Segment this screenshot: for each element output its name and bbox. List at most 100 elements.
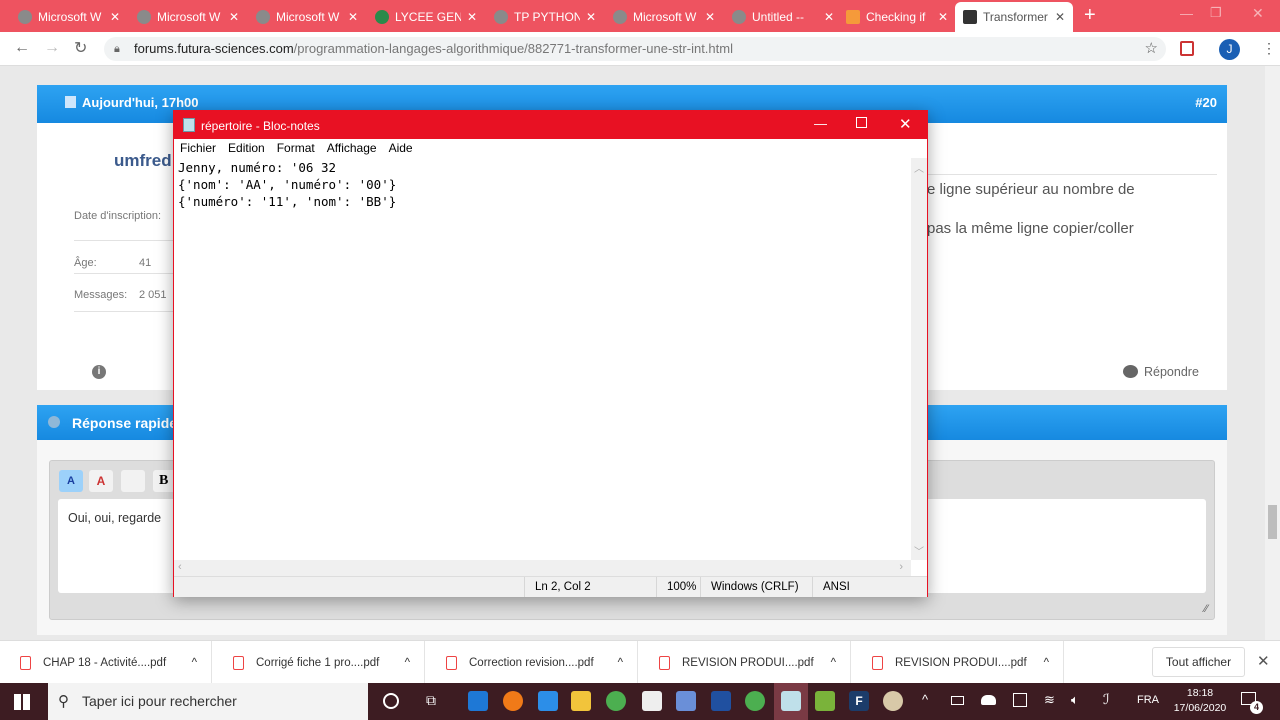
task-view-icon[interactable]: ⧉ <box>426 692 436 709</box>
app-icon[interactable] <box>676 691 696 711</box>
edge-icon[interactable] <box>468 691 488 711</box>
remove-format-icon[interactable]: A <box>89 470 113 492</box>
taskbar: ⚲ Taper ici pour rechercher ⧉ F ^ ≋ 🔈︎ ℐ… <box>0 683 1280 720</box>
wifi-icon[interactable]: ≋ <box>1044 692 1055 708</box>
close-tab-icon[interactable]: ✕ <box>229 10 239 24</box>
scrollbar-thumb[interactable] <box>1268 505 1277 539</box>
info-icon[interactable]: i <box>92 365 106 379</box>
plus-icon <box>48 416 60 428</box>
reply-icon <box>1123 365 1138 378</box>
chevron-up-icon[interactable]: ^ <box>1044 657 1049 669</box>
pdf-icon <box>659 655 670 670</box>
browser-tab[interactable]: TP PYTHON ✕ <box>486 4 604 30</box>
chrome-icon[interactable] <box>606 691 626 711</box>
restore-button[interactable]: ❐ <box>1210 5 1222 21</box>
page-scrollbar[interactable] <box>1265 66 1280 640</box>
new-tab-button[interactable]: + <box>1084 4 1096 27</box>
browser-tab[interactable]: Checking if ✕ <box>838 4 956 30</box>
menu-aide[interactable]: Aide <box>389 139 413 158</box>
pen-icon[interactable]: ℐ <box>1103 691 1110 708</box>
bookmark-star-icon[interactable]: ☆ <box>1145 37 1158 61</box>
futura-app-icon[interactable]: F <box>849 691 869 711</box>
close-tab-icon[interactable]: ✕ <box>938 10 948 24</box>
status-bar: Ln 2, Col 2 100% Windows (CRLF) ANSI <box>174 576 927 597</box>
close-window-button[interactable]: ✕ <box>1252 5 1264 22</box>
address-bar[interactable]: 🔒︎ forums.futura-sciences.com/programmat… <box>104 37 1166 61</box>
windows-start-icon[interactable] <box>14 694 30 710</box>
post-number[interactable]: #20 <box>1195 95 1217 110</box>
defender-icon[interactable] <box>711 691 731 711</box>
onedrive-icon[interactable] <box>981 695 996 705</box>
extension-icon[interactable] <box>1180 41 1194 56</box>
close-tab-icon[interactable]: ✕ <box>824 10 834 24</box>
close-tab-icon[interactable]: ✕ <box>467 10 477 24</box>
reply-button[interactable]: Répondre <box>1144 365 1199 379</box>
close-tab-icon[interactable]: ✕ <box>110 10 120 24</box>
info-value: 41 <box>139 257 152 269</box>
download-item[interactable]: REVISION PRODUI....pdf ^ <box>639 641 851 684</box>
close-downloads-button[interactable]: ✕ <box>1257 652 1270 670</box>
firefox-icon[interactable] <box>503 691 523 711</box>
minimize-button[interactable]: — <box>1180 6 1193 21</box>
back-button[interactable]: ← <box>14 39 30 57</box>
clock[interactable]: 18:18 17/06/2020 <box>1170 686 1230 716</box>
chevron-up-icon[interactable]: ^ <box>831 657 836 669</box>
futura-icon <box>963 10 977 24</box>
paste-icon[interactable] <box>121 470 145 492</box>
paint-icon[interactable] <box>883 691 903 711</box>
app-icon[interactable] <box>815 691 835 711</box>
file-explorer-icon[interactable] <box>571 691 591 711</box>
browser-tab[interactable]: Microsoft W ✕ <box>605 4 723 30</box>
menu-edition[interactable]: Edition <box>228 139 265 158</box>
menu-format[interactable]: Format <box>277 139 315 158</box>
chevron-up-icon[interactable]: ^ <box>405 657 410 669</box>
cortana-icon[interactable] <box>383 693 399 709</box>
language-indicator[interactable]: FRA <box>1137 694 1159 706</box>
close-tab-icon[interactable]: ✕ <box>1055 10 1065 24</box>
chevron-up-icon[interactable]: ^ <box>192 657 197 669</box>
download-item[interactable]: CHAP 18 - Activité....pdf ^ <box>0 641 212 684</box>
reload-button[interactable]: ↻ <box>74 38 87 58</box>
post-date: Aujourd'hui, 17h00 <box>82 95 199 110</box>
tray-app-icon[interactable] <box>1013 693 1027 707</box>
browser-tab[interactable]: Microsoft W ✕ <box>129 4 247 30</box>
author-name[interactable]: umfred <box>114 151 172 171</box>
menu-icon[interactable]: ⋮ <box>1262 40 1276 57</box>
download-item[interactable]: Corrigé fiche 1 pro....pdf ^ <box>213 641 425 684</box>
forward-button[interactable]: → <box>44 39 60 57</box>
browser-tab[interactable]: Microsoft W ✕ <box>248 4 366 30</box>
resize-handle[interactable]: ⁄⁄ <box>1204 603 1208 615</box>
show-hidden-icons[interactable]: ^ <box>922 692 928 707</box>
chevron-up-icon[interactable]: ^ <box>618 657 623 669</box>
browser-tab[interactable]: Untitled -- ✕ <box>724 4 842 30</box>
notepad-window: répertoire - Bloc-notes — ✕ Fichier Edit… <box>173 110 928 597</box>
vertical-scrollbar[interactable]: ︿ ﹀ <box>911 158 927 560</box>
menu-fichier[interactable]: Fichier <box>180 139 216 158</box>
switch-editor-mode-icon[interactable]: A <box>59 470 83 492</box>
notepad-text-area[interactable]: Jenny, numéro: '06 32 {'nom': 'AA', 'num… <box>178 159 911 559</box>
notepad-taskbar-button[interactable] <box>774 683 808 720</box>
battery-icon[interactable] <box>951 696 964 705</box>
browser-tab-active[interactable]: Transformer ✕ <box>955 2 1073 32</box>
close-tab-icon[interactable]: ✕ <box>348 10 358 24</box>
ie-icon[interactable] <box>538 691 558 711</box>
browser-tab[interactable]: LYCEE GENE✕ <box>367 4 485 30</box>
volume-icon[interactable]: 🔈︎ <box>1071 692 1079 708</box>
horizontal-scrollbar[interactable]: ‹ › <box>174 560 911 576</box>
chrome-profile-icon[interactable] <box>745 691 765 711</box>
download-item[interactable]: REVISION PRODUI....pdf ^ <box>852 641 1064 684</box>
site-icon <box>375 10 389 24</box>
notepad-title-bar[interactable]: répertoire - Bloc-notes — ✕ <box>174 111 927 139</box>
menu-affichage[interactable]: Affichage <box>327 139 377 158</box>
show-all-button[interactable]: Tout afficher <box>1152 647 1245 677</box>
taskbar-search[interactable]: ⚲ Taper ici pour rechercher <box>48 683 368 720</box>
close-tab-icon[interactable]: ✕ <box>705 10 715 24</box>
close-tab-icon[interactable]: ✕ <box>586 10 596 24</box>
profile-avatar[interactable]: J <box>1219 39 1240 60</box>
maximize-button[interactable] <box>856 117 867 128</box>
download-item[interactable]: Correction revision....pdf ^ <box>426 641 638 684</box>
minimize-button[interactable]: — <box>814 116 827 131</box>
file-icon[interactable] <box>642 691 662 711</box>
close-button[interactable]: ✕ <box>899 115 912 133</box>
browser-tab[interactable]: Microsoft W ✕ <box>10 4 128 30</box>
